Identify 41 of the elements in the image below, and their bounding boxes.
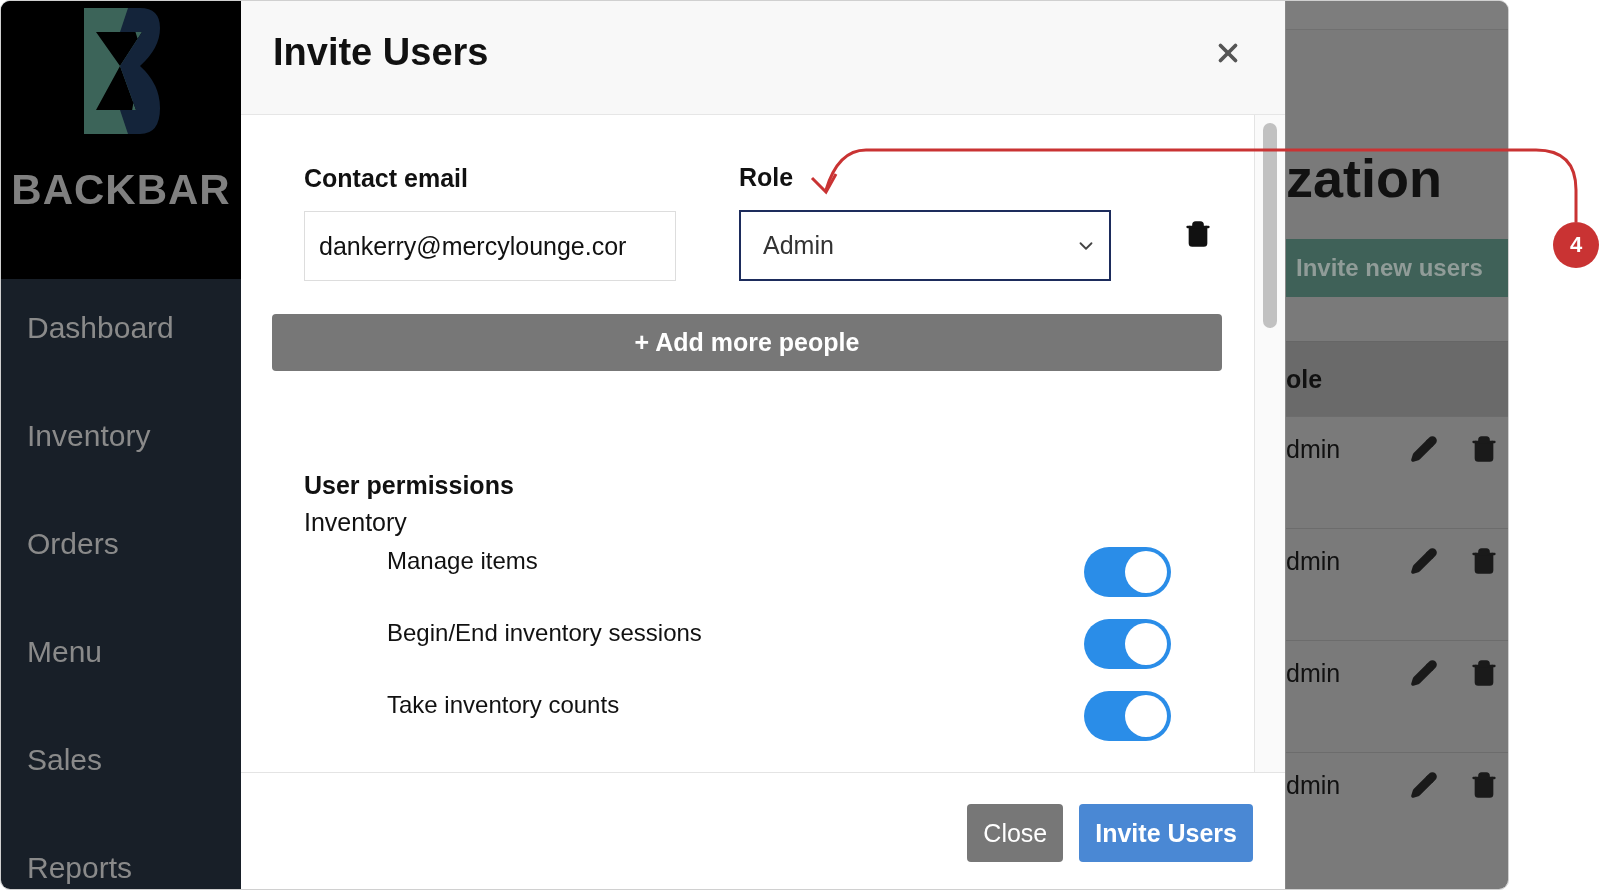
field-label: Contact email [304, 164, 469, 193]
scrollbar-thumb[interactable] [1263, 123, 1277, 328]
nav-link[interactable]: Orders [27, 523, 119, 565]
nav-link[interactable]: Sales [27, 739, 103, 781]
trash-icon[interactable] [1470, 435, 1498, 463]
email-field[interactable]: dankerry@mercylounge.cor [304, 211, 676, 281]
close-button[interactable]: Close [967, 804, 1064, 862]
delete-button[interactable] [1184, 220, 1212, 248]
toggle-switch[interactable] [1084, 547, 1171, 597]
table-cell-text: dmin [1286, 547, 1342, 576]
brand-name: BACKBAR [11, 166, 231, 214]
table-cell-text: dmin [1286, 659, 1342, 688]
pencil-icon[interactable] [1410, 659, 1438, 687]
toggle-switch[interactable] [1084, 619, 1171, 669]
trash-icon[interactable] [1470, 659, 1498, 687]
permission-label: Take inventory counts [387, 691, 620, 719]
permission-label: Manage items [387, 547, 538, 575]
nav-link[interactable]: Menu [27, 631, 103, 673]
field-label: Role [739, 163, 795, 192]
toggle-switch[interactable] [1084, 691, 1171, 741]
trash-icon[interactable] [1470, 547, 1498, 575]
trash-icon[interactable] [1470, 771, 1498, 799]
step-badge: 4 [1553, 222, 1599, 268]
page-title: zation [1286, 147, 1443, 210]
role-select[interactable]: Admin [739, 210, 1111, 281]
nav-link[interactable]: Inventory [27, 415, 151, 457]
table-cell-text: dmin [1286, 435, 1342, 464]
invite-button[interactable]: Invite Users [1079, 804, 1253, 862]
pencil-icon[interactable] [1410, 435, 1438, 463]
permission-label: Begin/End inventory sessions [387, 619, 702, 647]
pencil-icon[interactable] [1410, 771, 1438, 799]
add-people-button[interactable]: + Add more people [272, 314, 1222, 371]
dialog-title: Invite Users [273, 31, 489, 74]
invite-button[interactable]: Invite new users [1286, 239, 1508, 297]
group-label: Inventory [304, 508, 408, 537]
pencil-icon[interactable] [1410, 547, 1438, 575]
nav-link[interactable]: Dashboard [27, 307, 174, 349]
nav-link[interactable]: Reports [27, 847, 133, 889]
column-header: ole [1286, 364, 1323, 394]
table-cell-text: dmin [1286, 771, 1342, 800]
section-heading: User permissions [304, 471, 515, 500]
